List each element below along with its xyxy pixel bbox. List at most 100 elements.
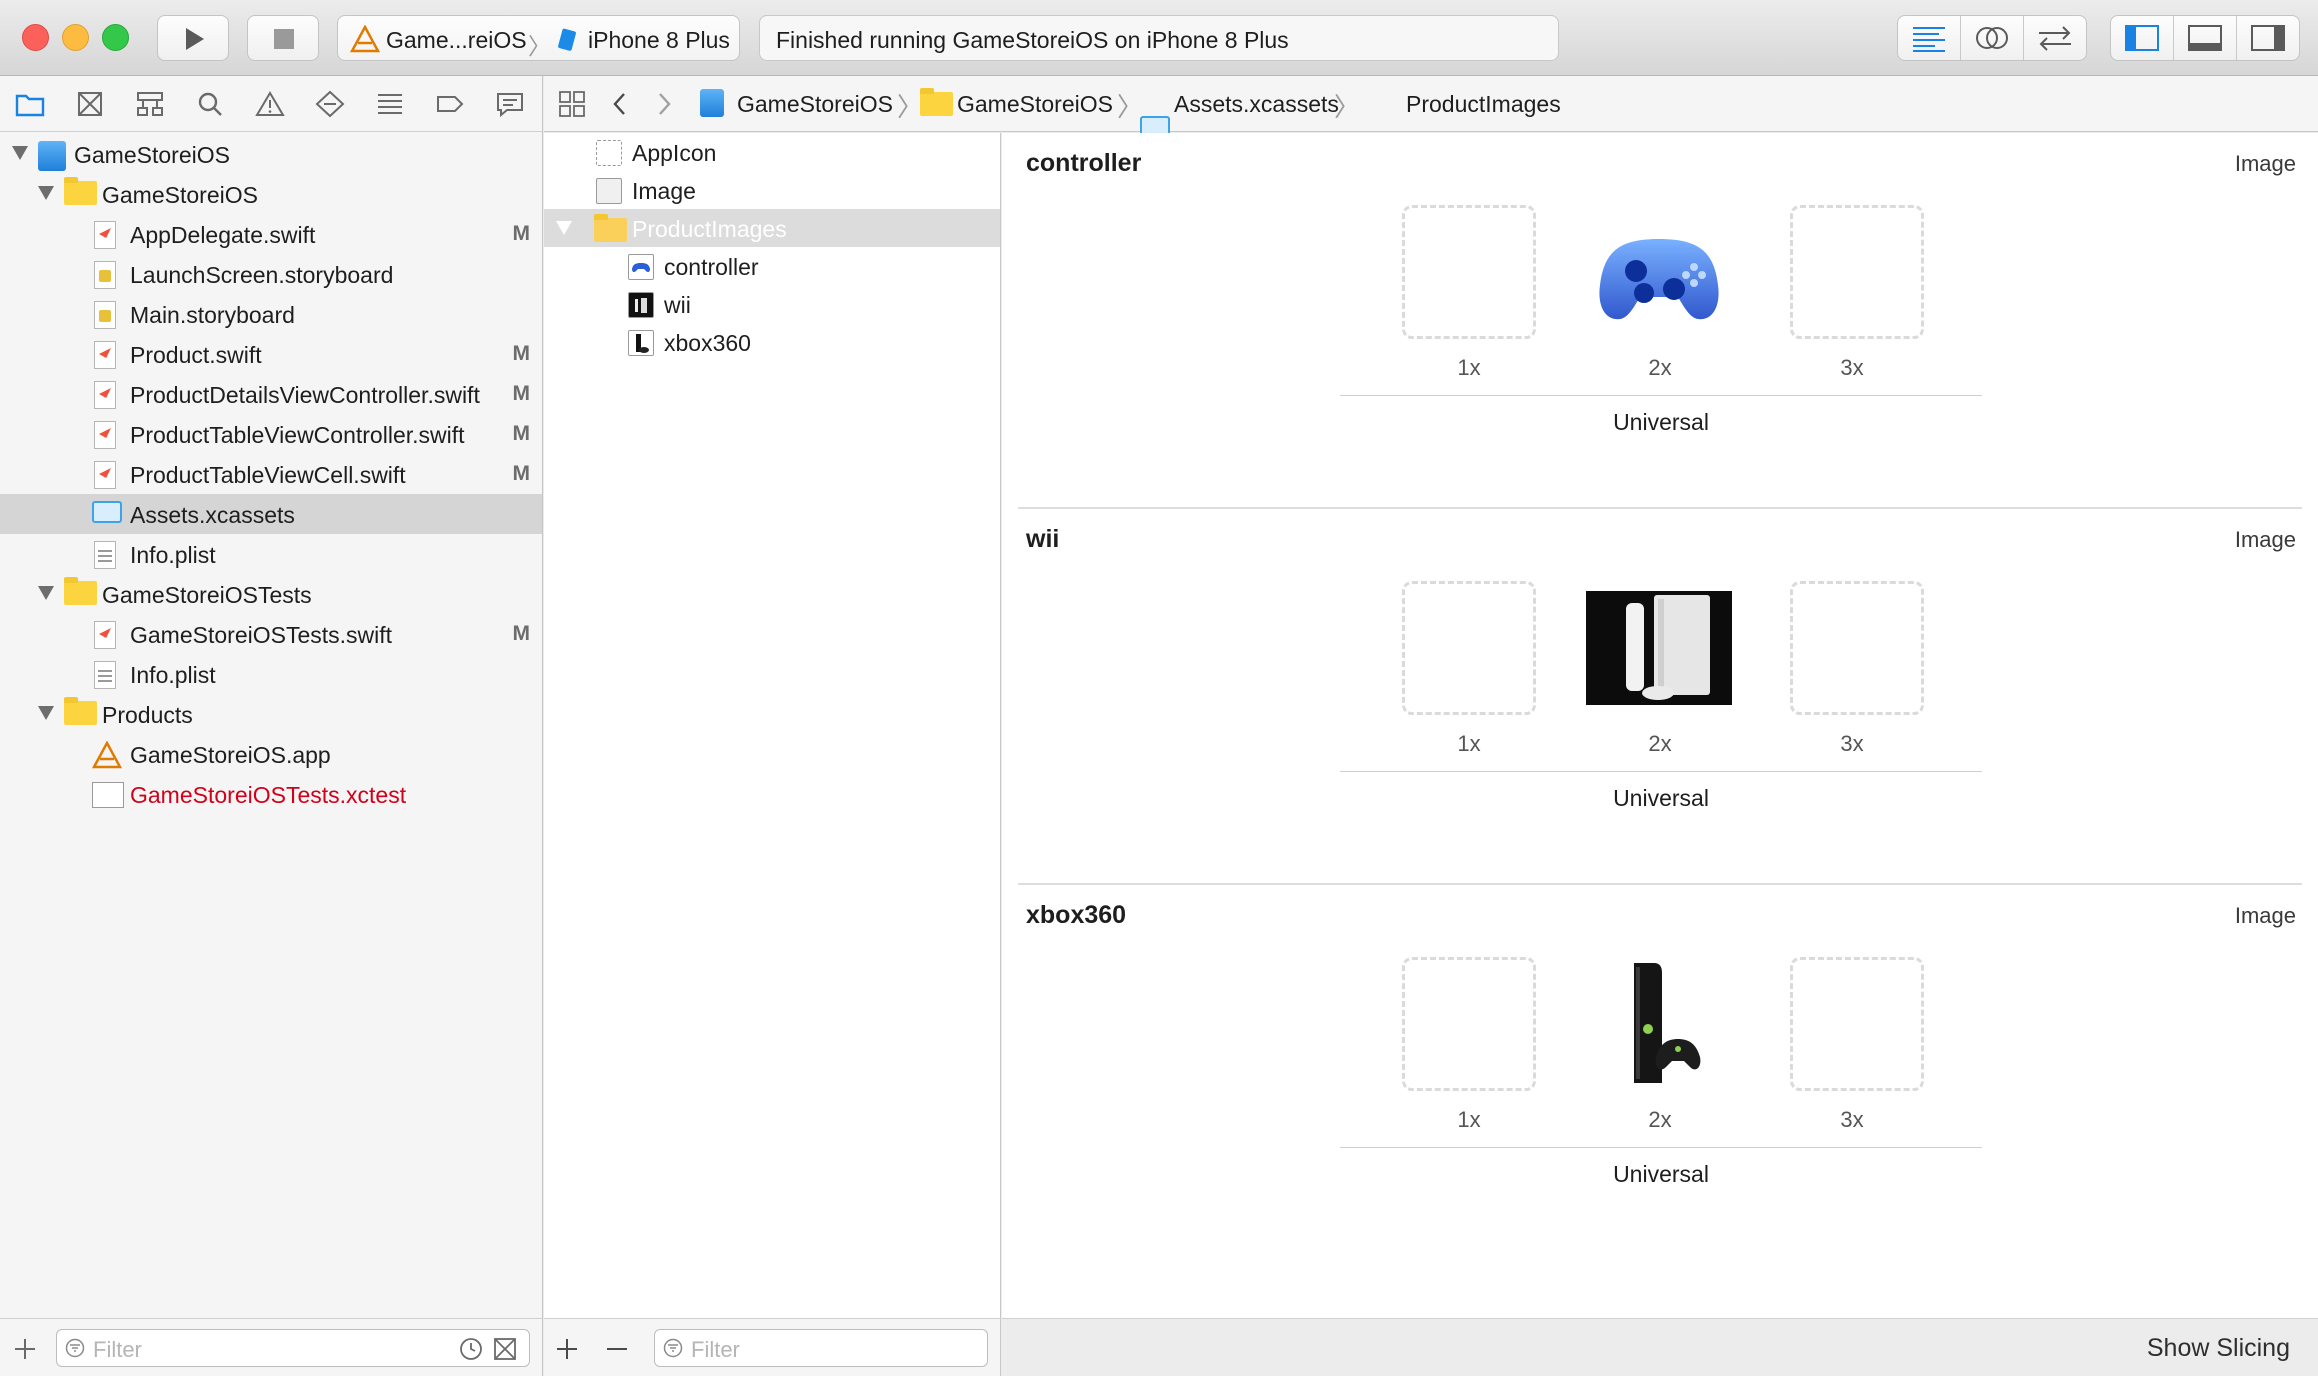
image-slot-1x[interactable] xyxy=(1402,205,1536,339)
recent-files-icon[interactable] xyxy=(459,1337,483,1361)
tree-item-file[interactable]: Main.storyboard xyxy=(0,294,542,334)
asset-item-xbox360[interactable]: xbox360 xyxy=(544,323,1000,361)
navigator-tabs xyxy=(0,76,542,132)
issue-navigator-tab[interactable] xyxy=(255,89,285,119)
tree-item-group-tests[interactable]: GameStoreiOSTests xyxy=(0,574,542,614)
source-control-navigator-tab[interactable] xyxy=(75,89,105,119)
toggle-inspector-button[interactable] xyxy=(2237,16,2299,60)
asset-item-appicon[interactable]: AppIcon xyxy=(544,133,1000,171)
add-icon[interactable] xyxy=(14,1338,36,1360)
asset-item-wii[interactable]: wii xyxy=(544,285,1000,323)
detail-footer-bar: Show Slicing xyxy=(1002,1318,2318,1376)
disclosure-open-icon[interactable] xyxy=(38,586,54,600)
asset-label: wii xyxy=(664,292,691,318)
navigator-filter-field[interactable]: Filter xyxy=(56,1329,530,1367)
add-icon[interactable] xyxy=(556,1338,578,1360)
breadcrumb-folder[interactable]: ProductImages xyxy=(1406,91,1561,118)
asset-filter-field[interactable]: Filter xyxy=(654,1329,988,1367)
image-slot-2x[interactable] xyxy=(1586,581,1732,715)
tree-item-label: GameStoreiOSTests xyxy=(102,582,312,608)
tree-item-file[interactable]: LaunchScreen.storyboard xyxy=(0,254,542,294)
tree-item-group-products[interactable]: Products xyxy=(0,694,542,734)
tree-item-file[interactable]: AppDelegate.swift M xyxy=(0,214,542,254)
image-slot-1x[interactable] xyxy=(1402,957,1536,1091)
warning-icon xyxy=(255,91,285,116)
asset-list-filter-bar: Filter xyxy=(544,1318,1000,1376)
test-diamond-icon xyxy=(315,90,345,118)
toggle-navigator-button[interactable] xyxy=(2111,16,2174,60)
swift-file-icon xyxy=(94,421,116,449)
bundle-product-icon xyxy=(92,782,124,808)
image-slot-3x[interactable] xyxy=(1790,205,1924,339)
show-slicing-button[interactable]: Show Slicing xyxy=(2147,1334,2290,1363)
symbol-navigator-tab[interactable] xyxy=(135,89,165,119)
tree-item-file[interactable]: Info.plist xyxy=(0,654,542,694)
image-set-kind: Image xyxy=(2234,903,2296,928)
version-editor-button[interactable] xyxy=(2024,16,2086,60)
project-navigator-tab[interactable] xyxy=(15,89,45,119)
stop-button[interactable] xyxy=(247,15,319,61)
tree-item-file[interactable]: GameStoreiOSTests.swift M xyxy=(0,614,542,654)
toggle-debug-area-button[interactable] xyxy=(2174,16,2237,60)
asset-item-image[interactable]: Image xyxy=(544,171,1000,209)
asset-item-controller[interactable]: controller xyxy=(544,247,1000,285)
tree-item-label: Info.plist xyxy=(130,662,216,688)
idiom-label: Universal xyxy=(1613,409,1709,435)
project-navigator: GameStoreiOS GameStoreiOS AppDelegate.sw… xyxy=(0,76,543,1376)
remove-icon[interactable] xyxy=(606,1338,628,1360)
zoom-window-button[interactable] xyxy=(102,24,129,51)
tree-item-file[interactable]: Info.plist xyxy=(0,534,542,574)
tree-item-file[interactable]: ProductDetailsViewController.swift M xyxy=(0,374,542,414)
tree-item-file[interactable]: ProductTableViewCell.swift M xyxy=(0,454,542,494)
standard-editor-button[interactable] xyxy=(1898,16,1961,60)
filter-placeholder: Filter xyxy=(691,1337,740,1362)
tree-item-file[interactable]: Product.swift M xyxy=(0,334,542,374)
run-button[interactable] xyxy=(157,15,229,61)
breadcrumb-asset-catalog[interactable]: Assets.xcassets xyxy=(1174,91,1339,118)
debug-navigator-tab[interactable] xyxy=(375,89,405,119)
left-panel-icon xyxy=(2125,25,2159,51)
breakpoint-icon xyxy=(437,96,464,112)
tree-item-file[interactable]: ProductTableViewController.swift M xyxy=(0,414,542,454)
device-icon xyxy=(558,28,576,51)
breadcrumb-group[interactable]: GameStoreiOS xyxy=(957,91,1113,118)
asset-label: ProductImages xyxy=(632,216,787,242)
forward-icon[interactable] xyxy=(654,90,674,118)
image-slot-3x[interactable] xyxy=(1790,581,1924,715)
breakpoint-navigator-tab[interactable] xyxy=(435,89,465,119)
tree-item-file-missing[interactable]: GameStoreiOSTests.xctest xyxy=(0,774,542,814)
close-window-button[interactable] xyxy=(22,24,49,51)
modified-badge: M xyxy=(512,222,531,245)
image-slot-1x[interactable] xyxy=(1402,581,1536,715)
find-navigator-tab[interactable] xyxy=(195,89,225,119)
filter-placeholder: Filter xyxy=(93,1337,142,1362)
image-set-kind: Image xyxy=(2234,527,2296,552)
disclosure-open-icon[interactable] xyxy=(38,186,54,200)
disclosure-open-icon[interactable] xyxy=(556,221,572,235)
image-slot-2x[interactable] xyxy=(1586,957,1732,1091)
disclosure-open-icon[interactable] xyxy=(38,706,54,720)
tree-item-file-selected[interactable]: Assets.xcassets xyxy=(0,494,542,534)
disclosure-open-icon[interactable] xyxy=(12,146,28,160)
source-control-filter-icon[interactable] xyxy=(493,1337,517,1361)
image-slot-3x[interactable] xyxy=(1790,957,1924,1091)
tree-item-file[interactable]: GameStoreiOS.app xyxy=(0,734,542,774)
tree-item-group-gamestoreios[interactable]: GameStoreiOS xyxy=(0,174,542,214)
minimize-window-button[interactable] xyxy=(62,24,89,51)
image-placeholder-icon xyxy=(596,178,622,204)
wii-image xyxy=(1586,591,1732,705)
breadcrumb-project[interactable]: GameStoreiOS xyxy=(737,91,893,118)
asset-folder-productimages[interactable]: ProductImages xyxy=(544,209,1000,247)
assistant-editor-button[interactable] xyxy=(1961,16,2024,60)
test-navigator-tab[interactable] xyxy=(315,89,345,119)
wii-thumbnail-icon xyxy=(628,292,654,318)
image-slot-2x[interactable] xyxy=(1586,205,1732,339)
back-icon[interactable] xyxy=(610,90,630,118)
related-items-icon[interactable] xyxy=(558,90,586,118)
filter-icon xyxy=(65,1338,85,1358)
tree-item-project[interactable]: GameStoreiOS xyxy=(0,134,542,174)
destination-name[interactable]: iPhone 8 Plus xyxy=(588,27,730,54)
report-navigator-tab[interactable] xyxy=(495,89,525,119)
scheme-selector[interactable]: Game...reiOS 〉 iPhone 8 Plus xyxy=(337,15,740,61)
report-bubble-icon xyxy=(497,93,523,118)
